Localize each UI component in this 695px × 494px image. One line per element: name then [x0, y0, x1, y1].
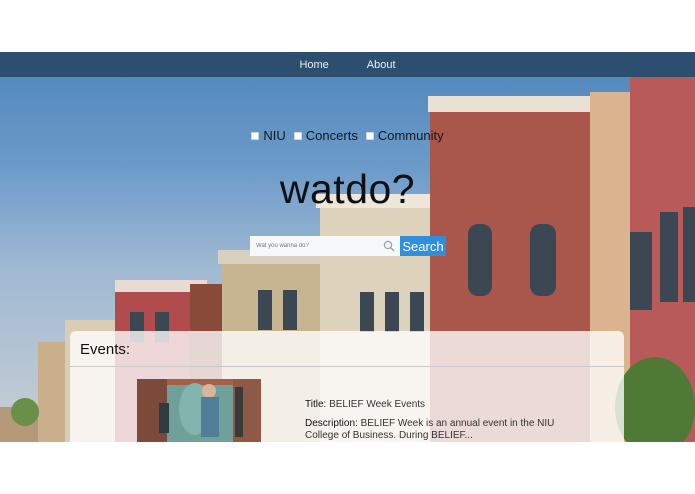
- search-bar: Search: [250, 236, 446, 256]
- event-details: Title: BELIEF Week Events Description: B…: [305, 399, 555, 442]
- top-navbar: Home About: [0, 52, 695, 77]
- nav-link-about[interactable]: About: [367, 59, 396, 71]
- events-panel: Events: Title: BELIEF Week Events Descri…: [70, 331, 624, 442]
- event-title-line: Title: BELIEF Week Events: [305, 399, 555, 411]
- filter-community-label: Community: [377, 128, 444, 143]
- event-thumbnail[interactable]: [137, 379, 261, 442]
- event-description-key: Description:: [305, 418, 358, 429]
- search-input[interactable]: [250, 236, 400, 256]
- filter-concerts-checkbox[interactable]: [293, 131, 302, 140]
- filter-niu-checkbox[interactable]: [251, 131, 260, 140]
- filter-concerts-label: Concerts: [305, 128, 358, 143]
- events-divider: [70, 366, 624, 367]
- event-title[interactable]: BELIEF Week Events: [329, 399, 425, 410]
- event-description-line: Description: BELIEF Week is an annual ev…: [305, 418, 555, 442]
- filter-community[interactable]: Community: [365, 128, 444, 143]
- events-heading: Events:: [80, 341, 131, 358]
- event-card[interactable]: Title: BELIEF Week Events Description: B…: [137, 379, 617, 442]
- filter-niu[interactable]: NIU: [251, 128, 286, 143]
- search-icon[interactable]: [383, 240, 395, 252]
- site-title: watdo?: [279, 166, 416, 212]
- nav-link-home[interactable]: Home: [299, 59, 328, 71]
- category-filters: NIU Concerts Community: [0, 128, 695, 143]
- filter-niu-label: NIU: [263, 128, 286, 143]
- filter-concerts[interactable]: Concerts: [293, 128, 358, 143]
- page-viewport: Home About NIU Concerts Community watdo?…: [0, 52, 695, 442]
- search-button[interactable]: Search: [400, 236, 446, 256]
- filter-community-checkbox[interactable]: [365, 131, 374, 140]
- event-title-key: Title:: [305, 399, 327, 410]
